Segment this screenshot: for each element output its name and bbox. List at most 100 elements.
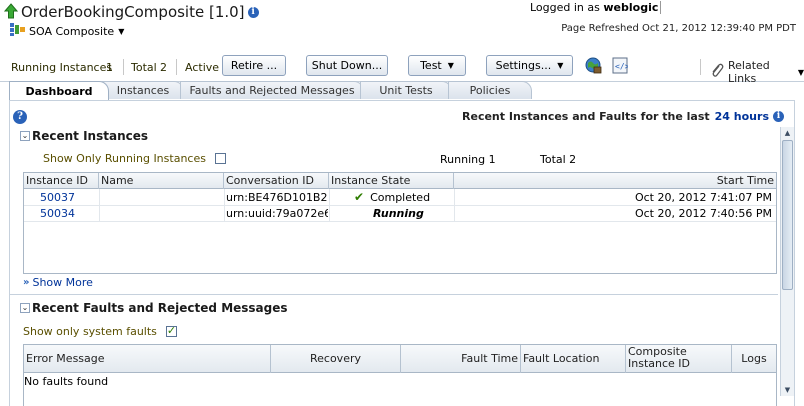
column-divider (99, 189, 100, 221)
settings-button-label: Settings... (495, 59, 552, 72)
tab-label: Unit Tests (379, 84, 433, 97)
start-time: Oct 20, 2012 7:40:56 PM (634, 207, 772, 220)
up-arrow-icon[interactable] (3, 2, 19, 22)
divider (123, 59, 124, 75)
globe-icon[interactable] (585, 57, 602, 77)
row-divider (24, 205, 776, 206)
help-icon[interactable]: ? (13, 110, 27, 124)
info-icon[interactable]: i (247, 6, 259, 18)
divider (176, 59, 177, 75)
recent-faults-title: Recent Faults and Rejected Messages (32, 301, 288, 315)
collapse-icon[interactable]: ⌄ (20, 131, 30, 141)
recent-faults-table: Error Message Recovery Fault Time Fault … (23, 344, 777, 406)
instance-id-link[interactable]: 50037 (40, 191, 75, 204)
soa-composite-menu[interactable]: SOA Composite ▼ (10, 23, 124, 39)
tab-unit-tests[interactable]: Unit Tests (360, 81, 452, 99)
show-running-checkbox[interactable] (214, 153, 226, 164)
tab-label: Instances (116, 84, 170, 97)
column-header-logs[interactable]: Logs (732, 345, 776, 373)
test-button[interactable]: Test ▼ (408, 55, 466, 76)
table-header: Error Message Recovery Fault Time Fault … (24, 345, 776, 373)
start-time: Oct 20, 2012 7:41:07 PM (634, 191, 772, 204)
column-header-instance-state[interactable]: Instance State (329, 173, 454, 189)
chevron-down-icon: ▼ (118, 26, 125, 36)
recent-instances-header: ⌄ Recent Instances (20, 129, 148, 143)
column-header-start-time[interactable]: Start Time (454, 173, 776, 189)
column-divider (224, 189, 225, 221)
show-running-label: Show Only Running Instances (43, 152, 206, 165)
paperclip-icon (710, 63, 724, 81)
source-code-icon[interactable]: </> (612, 57, 630, 77)
settings-button[interactable]: Settings... ▼ (486, 55, 573, 76)
test-button-label: Test (420, 59, 442, 72)
recent-window-label: Recent Instances and Faults for the last (462, 110, 710, 123)
total-instances-count: 2 (160, 61, 167, 74)
scroll-down-arrow-icon[interactable]: ▼ (781, 384, 794, 396)
column-divider (329, 189, 330, 221)
running-instances-label: Running Instances (11, 61, 113, 74)
instance-id-link[interactable]: 50034 (40, 207, 75, 220)
recent-time-window: Recent Instances and Faults for the last… (462, 110, 784, 123)
column-header-composite-instance-id[interactable]: Composite Instance ID (626, 345, 732, 373)
section-divider (10, 294, 778, 295)
row-divider (24, 221, 776, 222)
title-row: OrderBookingComposite [1.0] i (3, 1, 259, 23)
soa-composite-label: SOA Composite (29, 24, 115, 38)
chevron-down-icon: ▼ (557, 61, 564, 70)
tab-label: Faults and Rejected Messages (189, 84, 355, 97)
system-faults-label: Show only system faults (23, 325, 157, 338)
running-instances-count: 1 (106, 61, 113, 74)
recent-faults-header: ⌄ Recent Faults and Rejected Messages (20, 301, 288, 315)
tab-bar: Instances Faults and Rejected Messages U… (0, 80, 804, 100)
tab-faults-and-rejected-messages[interactable]: Faults and Rejected Messages (180, 81, 364, 99)
page-title: OrderBookingComposite [1.0] (21, 3, 245, 21)
tab-instances[interactable]: Instances (102, 81, 184, 99)
scroll-up-arrow-icon[interactable]: ▲ (781, 127, 794, 139)
column-header-fault-time[interactable]: Fault Time (401, 345, 521, 373)
column-header-conversation-id[interactable]: Conversation ID (224, 173, 329, 189)
total-summary: Total 2 (540, 153, 577, 166)
svg-text:</>: </> (615, 62, 628, 71)
composite-status: Active (185, 61, 220, 74)
recent-instances-table: Instance ID Name Conversation ID Instanc… (23, 172, 777, 274)
instance-state-label: Running (373, 207, 424, 220)
collapse-icon[interactable]: ⌄ (20, 303, 30, 313)
conversation-id: urn:uuid:79a072e6-9 (226, 207, 328, 220)
instance-state-label: Completed (370, 190, 431, 204)
logged-in-status: Logged in as weblogic (530, 1, 662, 14)
column-header-name[interactable]: Name (99, 173, 224, 189)
table-header: Instance ID Name Conversation ID Instanc… (24, 173, 776, 189)
show-running-filter: Show Only Running Instances (43, 152, 226, 165)
total-instances-label: Total (131, 61, 157, 74)
column-header-error-message[interactable]: Error Message (24, 345, 271, 373)
retire-button[interactable]: Retire ... (222, 55, 286, 76)
time-window-link[interactable]: 24 hours (715, 110, 769, 123)
tab-label: Dashboard (25, 84, 93, 98)
system-faults-filter: Show only system faults (23, 324, 177, 338)
shut-down-button[interactable]: Shut Down... (306, 55, 388, 76)
system-faults-checkbox[interactable] (165, 324, 177, 337)
chevron-down-icon: ▼ (797, 67, 804, 77)
recent-instances-title: Recent Instances (32, 129, 149, 143)
running-summary: Running 1 (440, 153, 496, 166)
empty-table-message: No faults found (24, 375, 109, 388)
divider (700, 59, 701, 75)
checkmark-icon: ✔ (354, 190, 365, 204)
instance-state: ✔ Completed (354, 190, 430, 204)
chevron-down-icon: ▼ (447, 61, 454, 70)
scrollbar-thumb[interactable] (782, 140, 793, 290)
column-header-instance-id[interactable]: Instance ID (24, 173, 99, 189)
show-more-link[interactable]: » Show More (23, 276, 93, 289)
content-scrollbar[interactable]: ▲ ▼ (780, 127, 794, 396)
composite-toolbar: Running Instances 1 Total 2 Active Retir… (0, 52, 804, 85)
info-icon[interactable]: i (773, 111, 784, 122)
column-header-fault-location[interactable]: Fault Location (521, 345, 626, 373)
tab-policies[interactable]: Policies (448, 81, 532, 99)
column-header-recovery[interactable]: Recovery (271, 345, 401, 373)
username: weblogic (603, 1, 659, 14)
page-refreshed: Page Refreshed Oct 21, 2012 12:39:40 PM … (561, 23, 796, 34)
tab-dashboard[interactable]: Dashboard (9, 81, 109, 100)
conversation-id: urn:BE476D101B2811 (226, 191, 328, 204)
logged-in-label: Logged in as (530, 1, 600, 14)
soa-composite-icon (10, 23, 25, 39)
